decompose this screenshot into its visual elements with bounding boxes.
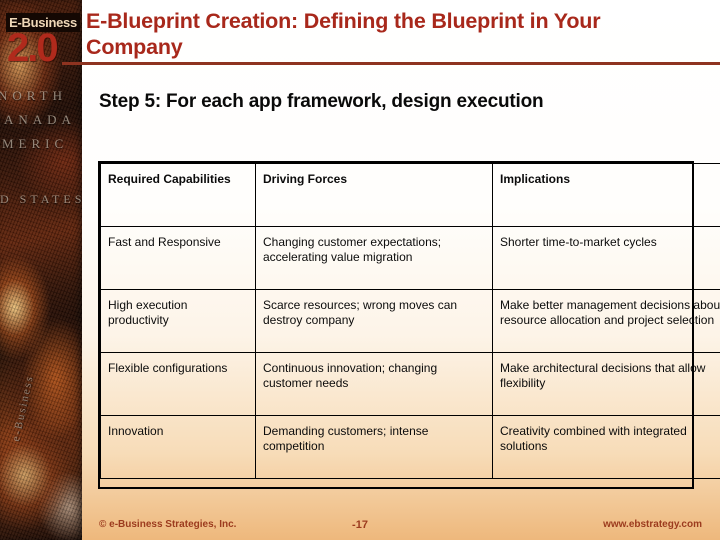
cell-driving-forces: Continuous innovation; changing customer… [255,352,493,416]
table-row: Fast and Responsive Changing customer ex… [100,226,720,290]
table-header-row: Required Capabilities Driving Forces Imp… [100,163,720,227]
footer-website-url[interactable]: www.ebstrategy.com [603,519,702,530]
spine-map-word-ebusiness: e-Business [10,373,36,443]
book-cover-spine-image: NORTH ANADA MERIC D STATES e-Business [0,0,82,540]
slide-canvas: NORTH ANADA MERIC D STATES e-Business E-… [0,0,720,540]
cell-implications: Make architectural decisions that allow … [492,352,720,416]
brand-logo: E-Business 2.0 [0,0,86,70]
cell-driving-forces: Demanding customers; intense competition [255,415,493,479]
cell-implications: Make better management decisions about r… [492,289,720,353]
title-underline-rule [62,62,720,65]
slide-title: E-Blueprint Creation: Defining the Bluep… [86,9,601,59]
column-header-driving-forces: Driving Forces [255,163,493,227]
cell-capability: Fast and Responsive [100,226,256,290]
spine-map-word-america: MERIC [2,136,69,151]
spine-map-word-north: NORTH [0,88,67,103]
step-heading: Step 5: For each app framework, design e… [99,91,544,112]
table-row: Innovation Demanding customers; intense … [100,415,720,479]
brand-logo-version: 2.0 [7,26,59,70]
capabilities-table: Required Capabilities Driving Forces Imp… [100,163,720,479]
cell-capability: Innovation [100,415,256,479]
cell-driving-forces: Scarce resources; wrong moves can destro… [255,289,493,353]
capabilities-table-wrapper: Required Capabilities Driving Forces Imp… [100,163,720,479]
cell-capability: Flexible configurations [100,352,256,416]
spine-texture-overlay [0,0,82,540]
cell-implications: Shorter time-to-market cycles [492,226,720,290]
table-row: High execution productivity Scarce resou… [100,289,720,353]
cell-implications: Creativity combined with integrated solu… [492,415,720,479]
spine-map-word-states: D STATES [0,192,82,206]
spine-map-word-canada: ANADA [4,112,76,127]
column-header-required-capabilities: Required Capabilities [100,163,256,227]
cell-driving-forces: Changing customer expectations; accelera… [255,226,493,290]
cell-capability: High execution productivity [100,289,256,353]
table-row: Flexible configurations Continuous innov… [100,352,720,416]
column-header-implications: Implications [492,163,720,227]
